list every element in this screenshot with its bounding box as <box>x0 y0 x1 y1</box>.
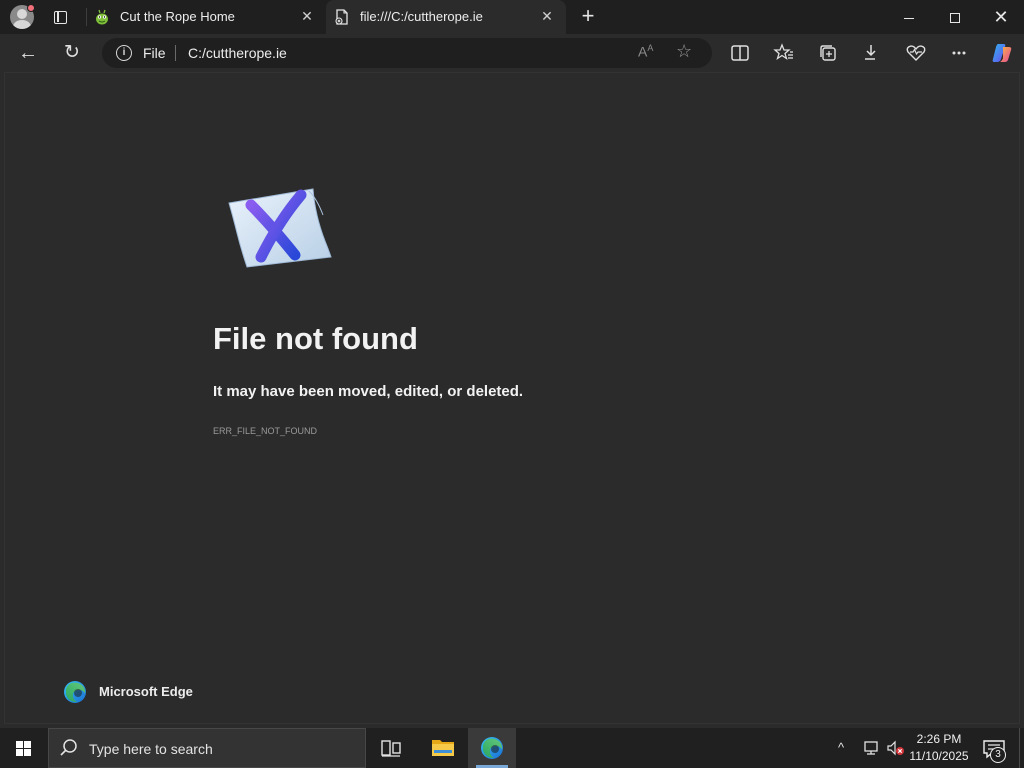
tab-title: file:///C:/cuttherope.ie <box>360 9 483 24</box>
clock-date: 11/10/2025 <box>909 749 969 763</box>
new-tab-button[interactable]: + <box>576 4 600 30</box>
show-hidden-icons-button[interactable]: ^ <box>838 740 844 755</box>
favorites-icon[interactable] <box>771 40 797 66</box>
notification-count-badge: 3 <box>990 747 1006 763</box>
profile-body-shape <box>13 20 31 29</box>
error-subtitle: It may have been moved, edited, or delet… <box>213 383 524 400</box>
url-separator <box>175 45 176 61</box>
tab-actions-button[interactable] <box>48 5 72 29</box>
show-desktop-button[interactable] <box>1019 728 1020 768</box>
task-view-icon[interactable] <box>378 736 404 760</box>
downloads-icon[interactable] <box>859 40 885 66</box>
error-title: File not found <box>213 321 418 356</box>
browser-window: Cut the Rope Home ✕ file:///C:/cuttherop… <box>0 0 1024 768</box>
collections-icon[interactable] <box>815 40 841 66</box>
taskbar-edge-button[interactable] <box>468 728 516 768</box>
error-code: ERR_FILE_NOT_FOUND <box>213 426 318 436</box>
address-bar[interactable]: i File C:/cuttherope.ie AA ☆ <box>102 38 712 68</box>
profile-notification-dot <box>27 4 35 12</box>
search-placeholder: Type here to search <box>89 741 213 757</box>
back-button[interactable]: ← <box>15 40 41 66</box>
microsoft-edge-icon <box>481 737 503 759</box>
volume-muted-icon[interactable] <box>886 740 906 756</box>
broken-file-favicon-icon <box>335 9 348 25</box>
taskbar-search-box[interactable]: Type here to search <box>48 728 366 768</box>
microsoft-edge-logo-icon <box>64 681 86 703</box>
clock-time: 2:26 PM <box>916 732 962 746</box>
read-aloud-button[interactable]: AA <box>638 43 653 60</box>
om-nom-favicon-icon <box>96 9 108 25</box>
add-favorite-button[interactable]: ☆ <box>676 41 692 62</box>
tab-strip: Cut the Rope Home ✕ file:///C:/cuttherop… <box>0 0 1024 34</box>
read-aloud-icon: A <box>638 43 648 60</box>
browser-toolbar: ← ↻ i File C:/cuttherope.ie AA ☆ <box>0 34 1024 98</box>
url-text[interactable]: C:/cuttherope.ie <box>188 45 287 61</box>
url-scheme-label: File <box>143 45 166 61</box>
reload-button[interactable]: ↻ <box>59 40 85 66</box>
restore-icon <box>950 13 960 24</box>
site-info-icon[interactable]: i <box>116 45 132 61</box>
file-explorer-icon[interactable] <box>420 728 466 768</box>
windows-logo-icon <box>16 749 23 756</box>
windows-taskbar: Type here to search ^ 2:26 PM 11/10/2025… <box>0 728 1024 768</box>
edge-brand-name: Microsoft Edge <box>99 684 193 699</box>
windows-logo-icon <box>24 741 31 748</box>
search-icon <box>60 739 77 756</box>
browser-essentials-icon[interactable] <box>903 40 929 66</box>
close-window-button[interactable]: ✕ <box>978 0 1024 34</box>
restore-button[interactable] <box>932 0 978 34</box>
more-icon[interactable] <box>947 40 973 66</box>
tab-cut-the-rope-home[interactable]: Cut the Rope Home ✕ <box>86 0 326 34</box>
split-screen-icon[interactable] <box>727 40 753 66</box>
minimize-button[interactable] <box>886 0 932 34</box>
tab-file-cuttherope[interactable]: file:///C:/cuttherope.ie ✕ <box>326 0 566 34</box>
tab-title: Cut the Rope Home <box>120 9 235 24</box>
network-icon[interactable] <box>862 740 882 756</box>
copilot-icon[interactable] <box>990 41 1014 65</box>
minimize-icon <box>904 17 914 19</box>
close-tab-icon[interactable]: ✕ <box>538 7 556 25</box>
system-clock[interactable]: 2:26 PM 11/10/2025 <box>906 731 972 765</box>
close-tab-icon[interactable]: ✕ <box>298 7 316 25</box>
windows-logo-icon <box>16 741 23 748</box>
windows-logo-icon <box>24 749 31 756</box>
tab-actions-icon <box>54 11 67 24</box>
file-not-found-illustration <box>228 188 332 268</box>
start-button[interactable] <box>0 728 48 768</box>
profile-head-shape <box>17 9 27 19</box>
page-content: File not found It may have been moved, e… <box>4 72 1020 724</box>
